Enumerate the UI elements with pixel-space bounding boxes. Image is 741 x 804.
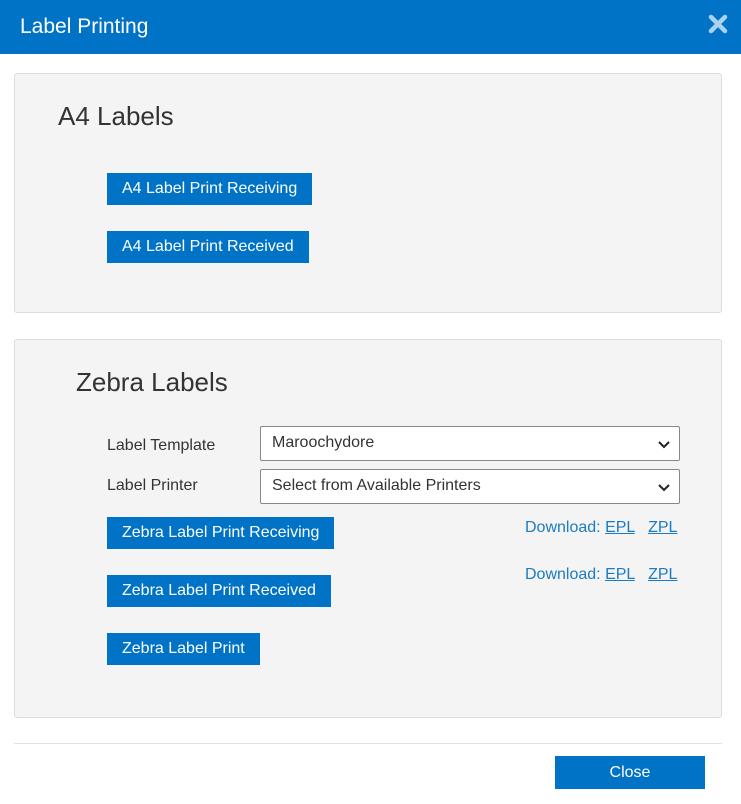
- label-template-label: Label Template: [107, 437, 216, 454]
- download-links-received: Download: EPL ZPL: [525, 566, 677, 584]
- download-label: Download:: [525, 519, 601, 536]
- zebra-label-print-received-button[interactable]: Zebra Label Print Received: [107, 575, 331, 607]
- zebra-labels-panel: Zebra Labels Label Template Maroochydore…: [14, 339, 722, 718]
- download-epl-link[interactable]: EPL: [605, 566, 635, 583]
- download-links-receiving: Download: EPL ZPL: [525, 519, 677, 537]
- close-button[interactable]: Close: [555, 756, 705, 789]
- download-label: Download:: [525, 566, 601, 583]
- footer-divider: [14, 743, 722, 744]
- zebra-labels-heading: Zebra Labels: [76, 367, 228, 397]
- download-zpl-link[interactable]: ZPL: [648, 566, 677, 583]
- download-zpl-link[interactable]: ZPL: [648, 519, 677, 536]
- label-template-select[interactable]: Maroochydore: [260, 426, 680, 461]
- a4-label-print-receiving-button[interactable]: A4 Label Print Receiving: [107, 173, 313, 205]
- dialog-title: Label Printing: [20, 15, 149, 38]
- zebra-label-print-receiving-button[interactable]: Zebra Label Print Receiving: [107, 517, 335, 549]
- close-x-icon[interactable]: [707, 13, 729, 35]
- chevron-down-icon: [657, 481, 671, 493]
- a4-labels-heading: A4 Labels: [58, 101, 174, 131]
- label-printer-select[interactable]: Select from Available Printers: [260, 469, 680, 504]
- download-epl-link[interactable]: EPL: [605, 519, 635, 536]
- a4-label-print-received-button[interactable]: A4 Label Print Received: [107, 231, 309, 263]
- label-printer-label: Label Printer: [107, 477, 198, 494]
- dialog-titlebar: Label Printing: [0, 0, 741, 54]
- a4-labels-panel: A4 Labels A4 Label Print Receiving A4 La…: [14, 73, 722, 313]
- label-template-value: Maroochydore: [272, 434, 375, 451]
- zebra-label-print-button[interactable]: Zebra Label Print: [107, 633, 260, 665]
- chevron-down-icon: [657, 438, 671, 450]
- label-printer-value: Select from Available Printers: [272, 477, 481, 494]
